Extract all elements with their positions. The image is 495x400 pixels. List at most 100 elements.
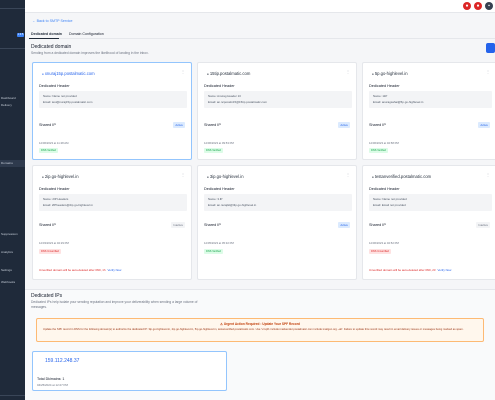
domain-dot-icon: ● — [42, 175, 44, 179]
domain-dot-icon: ● — [207, 72, 209, 76]
domain-name[interactable]: ●3ip.go-highlevel.in — [207, 174, 244, 179]
ip-status-tag: Inactive — [171, 222, 185, 228]
tab-dedicated-domain[interactable]: Dedicated domain — [31, 32, 62, 36]
sidebar-item-domains[interactable]: Domains — [1, 161, 13, 165]
sidebar: 1.3.5 Dashboard Delivery Domains Suppres… — [0, 0, 25, 400]
dedicated-header-box: Name: Name not provided Email: Email not … — [369, 194, 492, 211]
header-name: Name: Name not provided — [43, 94, 77, 98]
header-email: Email: an.nurajlsl@3ip.go-highlevel.in — [208, 203, 257, 207]
card-menu-icon[interactable]: ⋮ — [181, 69, 185, 74]
spf-alert: ⚠ Urgent Action Required : Update Your S… — [36, 318, 484, 342]
domain-dot-icon: ● — [372, 72, 374, 76]
top-bar: ● ● ▪ — [25, 0, 495, 13]
domain-dot-icon: ● — [207, 175, 209, 179]
sidebar-item-dashboard[interactable]: Dashboard — [1, 96, 16, 100]
domain-name-text: 2ip.go-highlevel.in — [44, 174, 79, 179]
dns-status-badge: DNS Verified — [369, 148, 388, 153]
domain-name-text: 15tip.postalmatic.com — [209, 71, 251, 76]
domain-card[interactable]: ●5p.go-highlevel.in ⋮ Dedicated Header Name… — [362, 62, 495, 160]
shared-ip-label: Shared IP — [204, 223, 221, 227]
shared-ip-label: Shared IP — [369, 123, 386, 127]
dedicated-header-label: Dedicated Header — [39, 84, 70, 88]
dns-status-badge: DNS Verified — [39, 148, 58, 153]
dedicated-header-box: Name: Anurag Header 13 Email: an.ncpossii… — [204, 91, 352, 108]
verify-now-link[interactable]: Verify Now — [108, 268, 122, 272]
sidebar-item-webhooks[interactable]: Webhooks — [1, 280, 15, 284]
domain-name[interactable]: ●5p.go-highlevel.in — [372, 71, 408, 76]
grid-icon[interactable]: ▪ — [485, 2, 493, 10]
card-menu-icon[interactable]: ⋮ — [346, 172, 350, 177]
dns-status-badge: DNS Verified — [204, 148, 223, 153]
dedicated-header-label: Dedicated Header — [39, 187, 70, 191]
domain-name-text: 5p.go-highlevel.in — [374, 71, 408, 76]
notification-icon[interactable]: ● — [463, 2, 471, 10]
ip-total-domains: Total Dkimains: 1 — [37, 377, 65, 381]
ip-address: 159.112.248.37 — [45, 358, 80, 364]
sidebar-item-delivery[interactable]: Delivery — [1, 103, 12, 107]
tab-domain-configuration[interactable]: Domain Configuration — [69, 32, 104, 36]
domain-date: 12/03/2023 at 02:29 PM — [39, 241, 69, 245]
header-name: Name: 2IP Headers — [43, 197, 69, 201]
domain-card[interactable]: ●testanverified.postalmatic.com ⋮ Dedicate… — [362, 165, 495, 280]
domain-date: 12/06/2023 at 02:52 PM — [369, 241, 399, 245]
domain-card[interactable]: ●2ip.go-highlevel.in ⋮ Dedicated Header Nam… — [32, 165, 192, 280]
dedicated-header-label: Dedicated Header — [204, 187, 235, 191]
ip-date: 04/25/2024 at 12:27 PM — [37, 383, 68, 387]
dedicated-ip-card[interactable]: 159.112.248.37 Total Dkimains: 1 04/25/2… — [32, 351, 227, 391]
dedicated-header-box: Name: 2IP Headers Email: 2IPheaders@2ip.g… — [39, 194, 187, 211]
sidebar-divider — [0, 8, 25, 9]
shared-ip-label: Shared IP — [39, 223, 56, 227]
dedicated-domain-title: Dedicated domain — [31, 44, 72, 50]
header-email: Email: Email not provided — [373, 203, 406, 207]
sidebar-item-analytics[interactable]: Analytics — [1, 250, 13, 254]
domain-card[interactable]: ●3ip.go-highlevel.in ⋮ Dedicated Header Nam… — [197, 165, 357, 280]
dedicated-ips-description: Dedicated IPs help isolate your sending … — [31, 300, 198, 304]
dns-status-badge: DNS Unverified — [39, 249, 61, 254]
dedicated-header-label: Dedicated Header — [369, 84, 400, 88]
domain-card[interactable]: ●15tip.postalmatic.com ⋮ Dedicated Header N… — [197, 62, 357, 160]
dedicated-domain-description: Sending from a dedicated domain improves… — [31, 51, 149, 55]
ip-status-tag: Active — [338, 122, 350, 128]
add-domain-button[interactable] — [486, 43, 495, 53]
dns-status-badge: DNS Unverified — [369, 249, 391, 254]
domain-dot-icon: ● — [372, 175, 374, 179]
domain-name[interactable]: ●15tip.postalmatic.com — [207, 71, 250, 76]
verify-now-link[interactable]: Verify Now — [438, 268, 452, 272]
domain-name[interactable]: ●2ip.go-highlevel.in — [42, 174, 79, 179]
domain-name[interactable]: ●xnuraj15p.postalmatic.com — [42, 71, 95, 76]
sidebar-divider — [0, 48, 25, 49]
header-email: Email: test@nuraj15p.postalmatic.com — [43, 100, 93, 104]
header-name: Name: Name not provided — [373, 197, 407, 201]
domain-dot-icon: ● — [42, 72, 44, 76]
header-email: Email: 2IPheaders@2ip.go-highlevel.in — [43, 203, 93, 207]
dedicated-ips-description-cont: messages. — [31, 305, 47, 309]
sidebar-divider — [0, 395, 25, 396]
sidebar-item-suppression[interactable]: Suppression — [1, 232, 18, 236]
domain-name-text: 3ip.go-highlevel.in — [209, 174, 244, 179]
back-to-smtp-link[interactable]: ← Back to SMTP Service — [32, 19, 72, 23]
dedicated-header-label: Dedicated Header — [204, 84, 235, 88]
ip-status-tag: Active — [338, 222, 350, 228]
user-avatar-icon[interactable]: ● — [474, 2, 482, 10]
domain-date: 12/06/2023 at 09:53 PM — [204, 141, 234, 145]
active-tab-underline — [29, 38, 59, 39]
dedicated-header-box: Name: 11P Email: anuragsahai@5p.go-highle… — [369, 91, 492, 108]
domain-card[interactable]: ●xnuraj15p.postalmatic.com ⋮ Dedicated Hea… — [32, 62, 192, 160]
ip-status-tag: Inactive — [476, 222, 490, 228]
domain-name[interactable]: ●testanverified.postalmatic.com — [372, 174, 431, 179]
shared-ip-label: Shared IP — [369, 223, 386, 227]
spf-alert-title: ⚠ Urgent Action Required : Update Your S… — [220, 322, 300, 326]
sidebar-item-settings[interactable]: Settings — [1, 268, 12, 272]
domain-date: 12/06/2023 at 02:58 PM — [369, 141, 399, 145]
card-menu-icon[interactable]: ⋮ — [181, 172, 185, 177]
auto-delete-warning: Unverified domain will be auto-deleted a… — [39, 268, 121, 272]
card-menu-icon[interactable]: ⋮ — [486, 172, 490, 177]
warning-text: Unverified domain will be auto-deleted a… — [39, 268, 106, 272]
domain-name-text: xnuraj15p.postalmatic.com — [44, 71, 95, 76]
ip-status-tag: Active — [478, 122, 490, 128]
shared-ip-label: Shared IP — [204, 123, 221, 127]
header-name: Name: 11P — [373, 94, 388, 98]
dns-status-badge: DNS Verified — [204, 249, 223, 254]
card-menu-icon[interactable]: ⋮ — [346, 69, 350, 74]
card-menu-icon[interactable]: ⋮ — [486, 69, 490, 74]
